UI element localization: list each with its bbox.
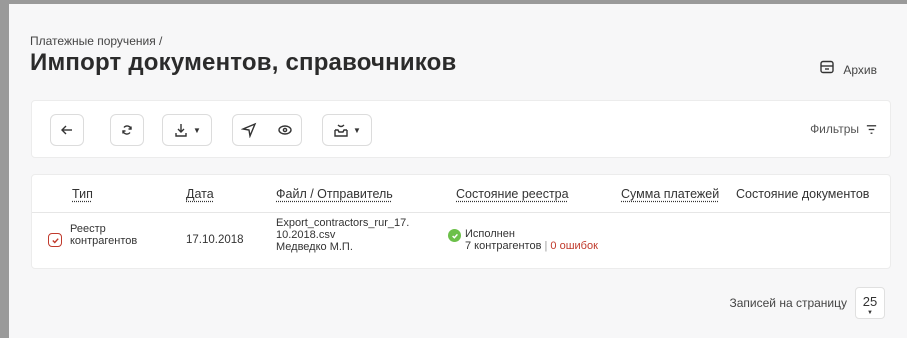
cell-registry-status: Исполнен 7 контрагентов | 0 ошибок [465, 228, 598, 252]
filter-icon [866, 124, 877, 134]
inbox-icon [334, 124, 348, 137]
row-checkbox[interactable] [48, 233, 62, 247]
page-size-value: 25 [862, 294, 878, 309]
page-size-select[interactable]: 25 ▼ [855, 287, 885, 319]
table-header: Тип Дата Файл / Отправитель Состояние ре… [32, 175, 890, 213]
status-text: Исполнен [465, 228, 515, 240]
refresh-icon [122, 125, 132, 135]
archive-icon [819, 59, 835, 80]
column-date[interactable]: Дата [186, 187, 214, 201]
back-button[interactable] [50, 114, 84, 146]
download-button[interactable]: ▼ [162, 114, 212, 146]
success-icon [448, 229, 461, 242]
send-icon[interactable] [241, 122, 257, 138]
pagination: Записей на страницу 25 ▼ [729, 287, 885, 319]
import-button[interactable]: ▼ [322, 114, 372, 146]
page: Платежные поручения / Импорт документов,… [9, 4, 907, 338]
column-documents-status: Состояние документов [736, 187, 870, 201]
refresh-button[interactable] [110, 114, 144, 146]
column-file-sender[interactable]: Файл / Отправитель [276, 187, 393, 201]
chevron-down-icon: ▼ [353, 125, 361, 135]
archive-label: Архив [843, 62, 877, 77]
errors-link[interactable]: 0 ошибок [550, 240, 598, 252]
breadcrumb[interactable]: Платежные поручения / [30, 34, 162, 48]
filters-label: Фильтры [810, 122, 859, 136]
filters-button[interactable]: Фильтры [810, 122, 878, 136]
cell-date: 17.10.2018 [186, 234, 244, 246]
table-row[interactable]: Реестр контрагентов 17.10.2018 Export_co… [32, 214, 890, 266]
column-payment-sum[interactable]: Сумма платежей [621, 187, 719, 201]
arrow-left-icon [61, 125, 72, 135]
chevron-down-icon: ▼ [193, 125, 201, 135]
status-separator: | [544, 240, 548, 252]
chevron-down-icon: ▼ [867, 310, 873, 316]
column-registry-status[interactable]: Состояние реестра [456, 187, 569, 201]
column-type[interactable]: Тип [72, 187, 93, 201]
cell-type: Реестр контрагентов [70, 223, 138, 247]
eye-icon[interactable] [277, 122, 293, 138]
send-view-group [232, 114, 302, 146]
documents-table: Тип Дата Файл / Отправитель Состояние ре… [31, 174, 891, 269]
page-title: Импорт документов, справочников [30, 49, 457, 76]
cell-file-sender: Export_contractors_rur_17. 10.2018.csv М… [276, 217, 410, 253]
archive-button[interactable]: Архив [819, 59, 877, 80]
status-detail: 7 контрагентов [465, 240, 542, 252]
toolbar: ▼ ▼ Фильтры [31, 100, 891, 158]
download-icon [175, 124, 187, 137]
check-icon [51, 237, 59, 244]
page-size-label: Записей на страницу [729, 296, 847, 310]
